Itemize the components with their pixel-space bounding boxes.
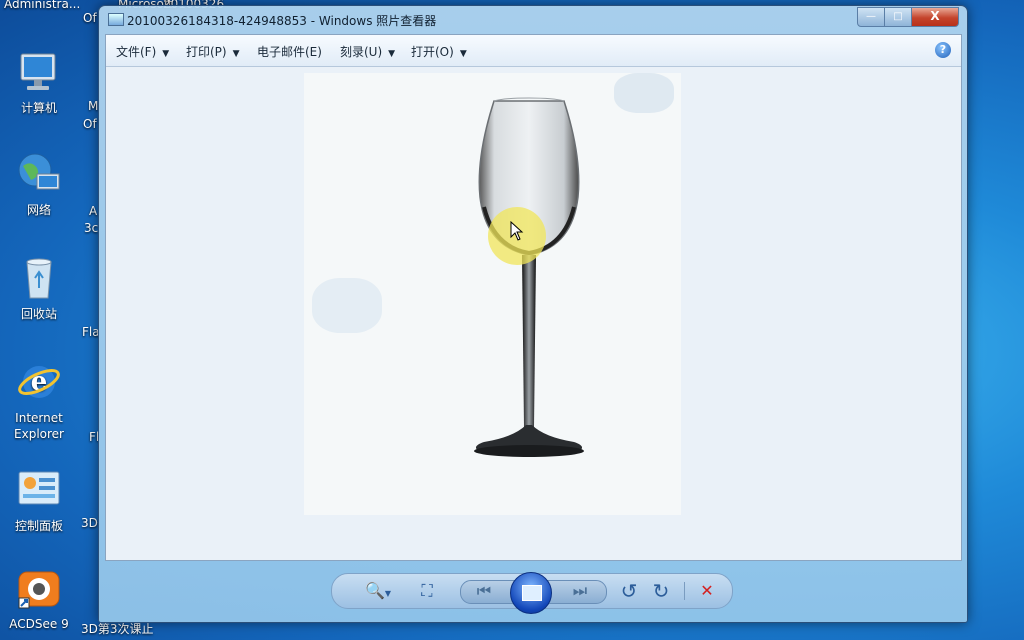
menu-open[interactable]: 打开(O) ▼ [411,43,467,60]
desktop-icon-network[interactable]: 网络 [4,150,74,218]
zoom-button[interactable]: 🔍▼ [360,580,396,602]
menu-print[interactable]: 打印(P) ▼ [186,43,240,60]
recycle-bin-icon [15,254,63,302]
internet-explorer-icon: e [15,358,63,406]
desktop-icon-label: 控制面板 [14,519,63,533]
desktop-icon-label: Internet Explorer [14,411,64,441]
menu-email[interactable]: 电子邮件(E) [257,43,322,60]
desktop-icon-internet-explorer[interactable]: e Internet Explorer [4,358,74,442]
wine-glass-image [474,97,584,457]
desktop-partial-label: 3D [81,516,98,530]
photo-viewer-app-icon [108,13,124,26]
viewer-control-bar: 🔍▼ ⛶ ⏮ ⏭ ↺ ↻ ✕ [331,572,733,614]
menu-bar: 文件(F) ▼ 打印(P) ▼ 电子邮件(E) 刻录(U) ▼ 打开(O) ▼ ? [106,35,961,67]
rotate-ccw-icon: ↺ [620,579,638,603]
photo-artifact [312,278,382,333]
slideshow-icon [522,585,542,601]
desktop-icon-acdsee[interactable]: ACDSee 9 [4,568,74,632]
menu-file-label: 文件(F) [116,45,157,59]
desktop-partial-label: M [88,99,99,113]
chevron-down-icon: ▼ [384,589,392,598]
next-button[interactable]: ⏭ [568,580,592,602]
close-button[interactable]: X [911,7,959,27]
network-globe-icon [15,150,63,198]
desktop-partial-label: 3c [84,221,99,235]
chevron-down-icon: ▼ [388,49,396,59]
chevron-down-icon: ▼ [459,49,467,59]
delete-x-icon: ✕ [700,581,714,600]
menu-email-label: 电子邮件(E) [257,45,322,59]
menu-print-label: 打印(P) [186,45,227,59]
menu-file[interactable]: 文件(F) ▼ [116,43,169,60]
computer-icon [15,48,63,96]
previous-icon: ⏮ [476,581,492,600]
rotate-counterclockwise-button[interactable]: ↺ [618,580,640,602]
menu-burn[interactable]: 刻录(U) ▼ [340,43,395,60]
actual-size-button[interactable]: ⛶ [416,580,438,602]
desktop-label-admin[interactable]: Administra... [4,0,80,11]
desktop-icon-label: 计算机 [20,101,57,115]
image-viewport[interactable] [106,67,961,560]
next-icon: ⏭ [572,581,588,600]
mouse-pointer-icon [510,221,524,241]
slideshow-button[interactable] [510,572,552,614]
desktop-icon-control-panel[interactable]: 控制面板 [4,466,74,534]
control-panel-icon [15,466,63,514]
window-title: 20100326184318-424948853 - Windows 照片查看器 [127,14,437,28]
desktop-icon-label: 网络 [26,203,51,217]
photo-viewer-window: 20100326184318-424948853 - Windows 照片查看器… [98,5,968,623]
desktop-icon-label: 回收站 [20,307,57,321]
desktop-partial-label: Fla [82,325,100,339]
previous-button[interactable]: ⏮ [472,580,496,602]
delete-button[interactable]: ✕ [696,580,718,602]
desktop-partial-label: Of [83,117,97,131]
title-bar[interactable]: 20100326184318-424948853 - Windows 照片查看器… [99,6,967,34]
menu-open-label: 打开(O) [411,45,454,59]
desktop-icon-label: ACDSee 9 [9,617,69,631]
rotate-clockwise-button[interactable]: ↻ [650,580,672,602]
maximize-button[interactable]: □ [884,7,912,27]
acdsee-icon [15,568,63,612]
desktop-icon-recycle-bin[interactable]: 回收站 [4,254,74,322]
desktop-icon-computer[interactable]: 计算机 [4,48,74,116]
minimize-button[interactable]: — [857,7,885,27]
fit-window-icon: ⛶ [421,581,433,600]
menu-burn-label: 刻录(U) [340,45,383,59]
rotate-cw-icon: ↻ [652,579,670,603]
desktop-partial-label: Of [83,11,97,25]
help-icon[interactable]: ? [935,42,951,58]
desktop-partial-label: A [89,204,98,218]
zoom-magnifier-icon: 🔍 [364,581,385,600]
chevron-down-icon: ▼ [162,49,170,59]
photo-artifact [614,73,674,113]
client-area: 文件(F) ▼ 打印(P) ▼ 电子邮件(E) 刻录(U) ▼ 打开(O) ▼ ? [105,34,962,561]
chevron-down-icon: ▼ [232,49,240,59]
divider [684,582,685,600]
photo [304,73,681,515]
